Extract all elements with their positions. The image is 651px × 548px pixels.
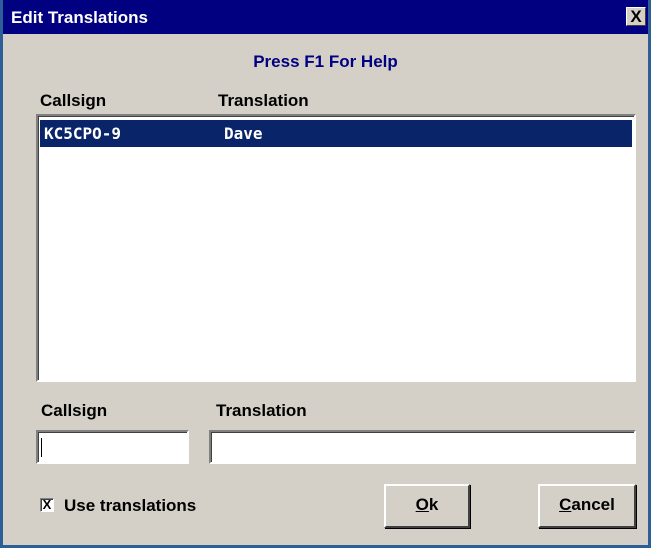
list-item-translation: Dave [224, 124, 263, 143]
title-bar[interactable]: Edit Translations X [3, 0, 648, 34]
window-title: Edit Translations [11, 8, 148, 27]
list-item-callsign: KC5CPO-9 [44, 124, 122, 143]
callsign-input[interactable] [36, 430, 189, 464]
close-button[interactable]: X [626, 7, 646, 26]
text-caret [41, 438, 42, 457]
callsign-field-label: Callsign [41, 401, 108, 420]
cancel-button[interactable]: Cancel [538, 484, 636, 528]
translations-list[interactable]: KC5CPO-9 Dave [36, 114, 636, 382]
cancel-button-label: Cancel [559, 495, 615, 514]
use-translations-label: Use translations [64, 496, 197, 515]
help-hint: Press F1 For Help [253, 52, 398, 71]
use-translations-checkbox[interactable]: X [40, 498, 54, 512]
list-header-translation: Translation [218, 91, 309, 110]
edit-translations-dialog: Edit Translations X Press F1 For Help Ca… [0, 0, 651, 548]
translation-field-label: Translation [216, 401, 307, 420]
translation-input[interactable] [209, 430, 636, 464]
ok-button-label: Ok [415, 495, 439, 514]
list-header-callsign: Callsign [40, 91, 107, 110]
close-icon: X [630, 7, 642, 26]
list-item[interactable]: KC5CPO-9 Dave [40, 120, 632, 147]
checkmark-icon: X [42, 497, 52, 512]
ok-button[interactable]: Ok [384, 484, 470, 528]
